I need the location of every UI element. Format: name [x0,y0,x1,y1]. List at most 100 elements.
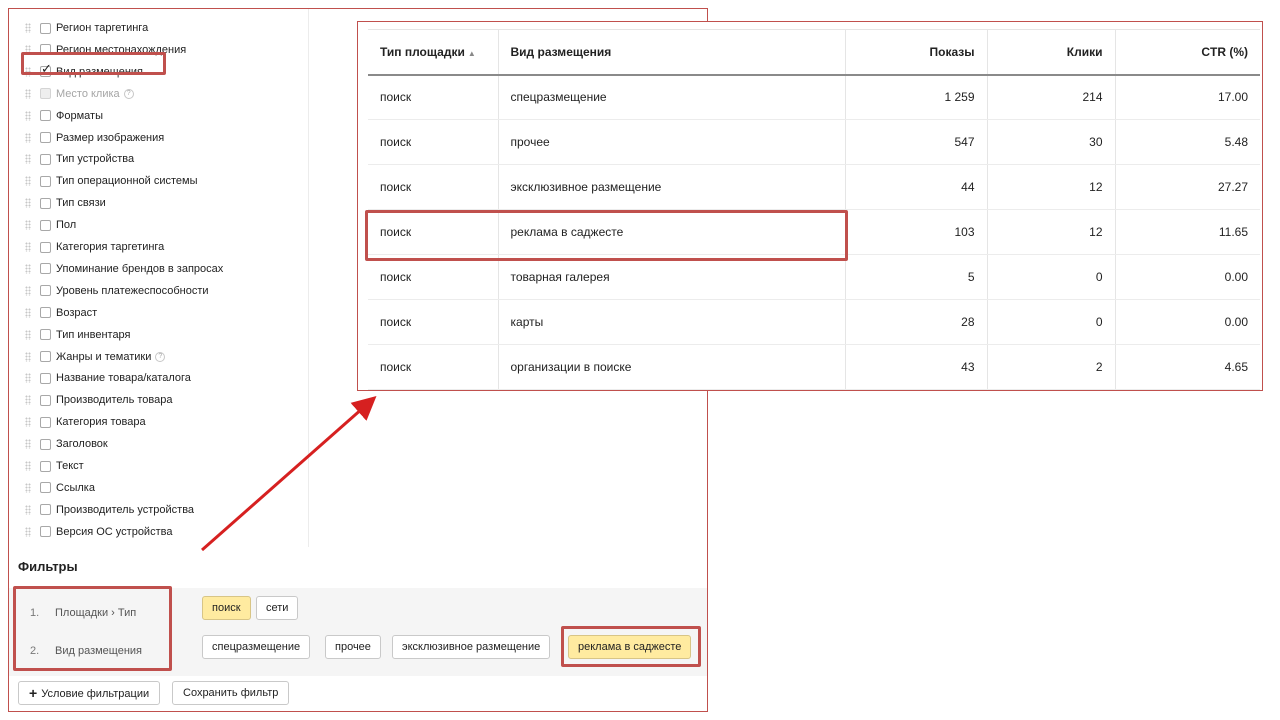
grouping-item[interactable]: Форматы [9,105,103,127]
save-filter-button[interactable]: Сохранить фильтр [172,681,290,705]
drag-handle-icon[interactable] [25,154,31,165]
grouping-checkbox[interactable] [40,219,51,231]
chip-other[interactable]: прочее [325,635,381,659]
drag-handle-icon[interactable] [25,307,31,318]
column-header-placement-type[interactable]: Вид размещения [497,29,845,76]
table-cell: 27.27 [1114,164,1260,210]
help-icon[interactable]: ? [155,351,166,362]
drag-handle-icon[interactable] [25,395,31,406]
grouping-checkbox[interactable] [40,22,51,34]
grouping-label: Название товара/каталога [56,372,191,385]
column-header-clicks[interactable]: Клики [986,29,1115,76]
grouping-item[interactable]: Название товара/каталога [9,367,191,389]
grouping-item[interactable]: Пол [9,214,76,236]
drag-handle-icon[interactable] [25,88,31,99]
grouping-checkbox[interactable] [40,416,51,428]
table-cell: 547 [844,119,987,165]
grouping-checkbox[interactable] [40,438,51,450]
filters-title: Фильтры [18,559,78,574]
add-condition-button[interactable]: + Условие фильтрации [18,681,161,705]
drag-handle-icon[interactable] [25,461,31,471]
grouping-item[interactable]: Тип инвентаря [9,324,131,346]
grouping-checkbox[interactable] [40,175,51,187]
table-header-row: Тип площадки ▲ Вид размещения Показы Клик… [368,29,1260,76]
grouping-label: Форматы [56,109,103,122]
drag-handle-icon[interactable] [25,351,31,362]
grouping-checkbox[interactable] [40,285,51,297]
grouping-item[interactable]: Уровень платежеспособности [9,280,209,302]
drag-handle-icon[interactable] [25,176,31,187]
grouping-label: Производитель устройства [56,503,195,516]
table-cell: 0.00 [1114,254,1260,300]
grouping-item[interactable]: Возраст [9,302,97,324]
grouping-item[interactable]: Тип операционной системы [9,170,198,192]
grouping-item[interactable]: Ссылка [9,477,95,499]
grouping-checkbox[interactable] [40,329,51,341]
grouping-checkbox[interactable] [40,372,51,384]
drag-handle-icon[interactable] [25,373,31,384]
drag-handle-icon[interactable] [25,23,31,33]
results-table-panel: Тип площадки ▲ Вид размещения Показы Клик… [357,21,1263,391]
grouping-checkbox[interactable] [40,110,51,122]
table-cell: 17.00 [1114,74,1260,120]
drag-handle-icon[interactable] [25,504,31,515]
chip-search[interactable]: поиск [202,596,251,620]
drag-handle-icon[interactable] [25,285,31,296]
table-cell: 44 [844,164,987,210]
grouping-item[interactable]: Жанры и тематики? [9,346,166,368]
drag-handle-icon[interactable] [25,482,31,493]
grouping-label: Тип операционной системы [56,175,198,188]
grouping-checkbox[interactable] [40,351,51,362]
grouping-checkbox[interactable] [40,526,51,538]
drag-handle-icon[interactable] [25,329,31,340]
grouping-item[interactable]: Текст [9,455,84,477]
drag-handle-icon[interactable] [25,110,31,121]
drag-handle-icon[interactable] [25,220,31,231]
drag-handle-icon[interactable] [25,242,31,252]
drag-handle-icon[interactable] [25,263,31,274]
chip-special-placement[interactable]: спецразмещение [202,635,311,659]
grouping-checkbox[interactable] [40,241,51,253]
chip-exclusive-placement[interactable]: эксклюзивное размещение [392,635,551,659]
grouping-checkbox[interactable] [40,132,51,143]
column-header-site-type[interactable]: Тип площадки ▲ [368,29,498,76]
grouping-checkbox[interactable] [40,460,51,472]
grouping-label: Жанры и тематики [56,350,152,363]
drag-handle-icon[interactable] [25,439,31,450]
column-header-ctr[interactable]: CTR (%) [1114,29,1260,76]
table-row: поиск спецразмещение 1 259 214 17.00 [368,74,1260,120]
grouping-item[interactable]: Версия ОС устройства [9,521,172,543]
grouping-checkbox [40,88,51,100]
grouping-checkbox[interactable] [40,263,51,275]
help-icon[interactable]: ? [123,88,134,99]
table-cell: 11.65 [1114,209,1260,255]
drag-handle-icon[interactable] [25,526,31,537]
grouping-item[interactable]: Тип устройства [9,148,134,170]
grouping-item[interactable]: Упоминание брендов в запросах [9,258,223,280]
table-cell: 43 [844,344,987,390]
drag-handle-icon[interactable] [25,417,31,428]
chip-networks[interactable]: сети [256,596,299,620]
grouping-checkbox[interactable] [40,197,51,209]
grouping-checkbox[interactable] [40,482,51,494]
grouping-item[interactable]: Тип связи [9,192,106,214]
grouping-item[interactable]: Регион таргетинга [9,17,148,39]
grouping-item[interactable]: Размер изображения [9,127,164,149]
grouping-label: Заголовок [56,438,108,451]
grouping-label: Место клика [56,87,120,100]
grouping-checkbox[interactable] [40,307,51,319]
column-header-impressions[interactable]: Показы [844,29,987,76]
grouping-item[interactable]: Заголовок [9,433,108,455]
table-cell: организации в поиске [497,344,845,390]
grouping-item[interactable]: Производитель устройства [9,499,194,521]
grouping-label: Категория товара [56,416,146,429]
grouping-checkbox[interactable] [40,504,51,516]
grouping-checkbox[interactable] [40,153,51,165]
grouping-checkbox[interactable] [40,394,51,406]
grouping-item[interactable]: Производитель товара [9,389,172,411]
drag-handle-icon[interactable] [25,132,31,143]
grouping-item[interactable]: Категория товара [9,411,146,433]
grouping-label: Регион таргетинга [56,22,149,34]
drag-handle-icon[interactable] [25,198,31,209]
grouping-item[interactable]: Категория таргетинга [9,236,164,258]
